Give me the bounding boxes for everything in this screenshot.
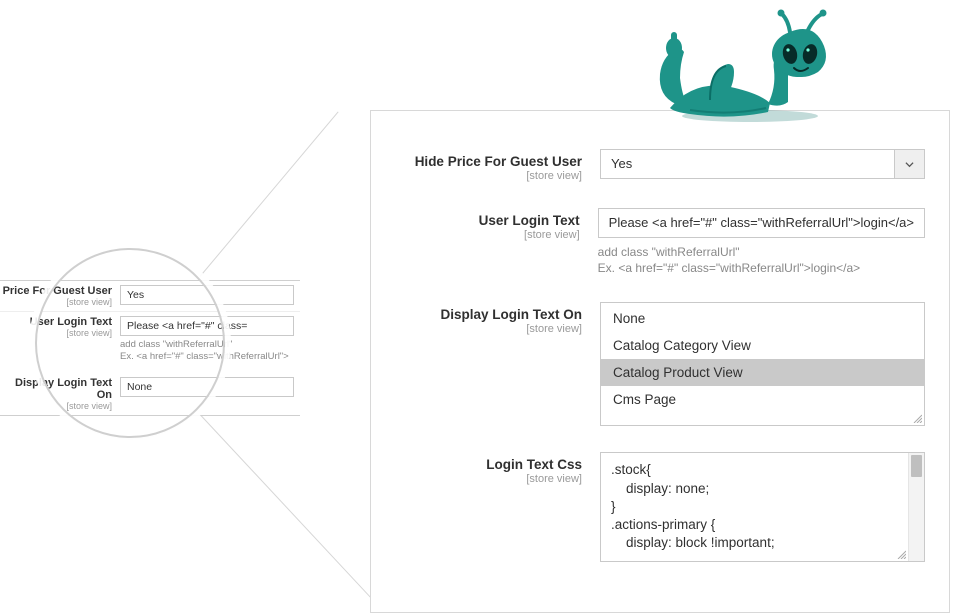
display-login-on-multiselect[interactable]: None Catalog Category View Catalog Produ… (600, 302, 925, 426)
scope-indicator: [store view] (0, 297, 112, 307)
config-panel: Hide Price For Guest User [store view] Y… (370, 110, 950, 613)
preview-hint: add class "withReferralUrl" Ex. <a href=… (120, 339, 294, 363)
textarea-content: .stock{ display: none; } .actions-primar… (601, 453, 908, 561)
hide-price-select[interactable]: Yes (600, 149, 925, 179)
chevron-down-icon (905, 160, 914, 169)
scope-indicator: [store view] (395, 473, 582, 485)
preview-user-login-input[interactable]: Please <a href="#" class= (120, 316, 294, 336)
preview-label-display-on: Display Login Text On (15, 377, 112, 401)
scope-indicator: [store view] (395, 229, 580, 241)
scope-indicator: [store view] (395, 323, 582, 335)
option-catalog-category[interactable]: Catalog Category View (601, 332, 924, 359)
preview-display-on-multiselect[interactable]: None (120, 377, 294, 397)
zoom-guide-line (200, 111, 339, 276)
label-login-text-css: Login Text Css (486, 457, 582, 472)
label-hide-price: Hide Price For Guest User (415, 154, 582, 169)
alien-mascot-icon (640, 8, 840, 123)
preview-hide-price-select[interactable]: Yes (120, 285, 294, 305)
scrollbar[interactable] (908, 453, 924, 561)
preview-panel: Price For Guest User [store view] Yes Us… (0, 280, 300, 416)
option-catalog-product[interactable]: Catalog Product View (601, 359, 924, 386)
option-none[interactable]: None (601, 305, 924, 332)
scope-indicator: [store view] (0, 401, 112, 411)
dropdown-button[interactable] (894, 150, 924, 178)
label-display-login-on: Display Login Text On (440, 307, 582, 322)
field-hint: add class "withReferralUrl" Ex. <a href=… (598, 244, 925, 276)
preview-label-hide-price: Price For Guest User (3, 285, 112, 297)
select-value: Yes (601, 150, 894, 178)
resize-handle[interactable] (896, 549, 906, 559)
scope-indicator: [store view] (395, 170, 582, 182)
login-text-css-textarea[interactable]: .stock{ display: none; } .actions-primar… (600, 452, 925, 562)
option-cms-page[interactable]: Cms Page (601, 386, 924, 413)
label-user-login-text: User Login Text (479, 213, 580, 228)
resize-handle[interactable] (912, 413, 922, 423)
preview-label-user-login: User Login Text (30, 316, 112, 328)
user-login-text-input[interactable]: Please <a href="#" class="withReferralUr… (598, 208, 925, 238)
scope-indicator: [store view] (0, 328, 112, 338)
scroll-thumb[interactable] (911, 455, 922, 477)
zoom-guide-line (200, 414, 385, 612)
